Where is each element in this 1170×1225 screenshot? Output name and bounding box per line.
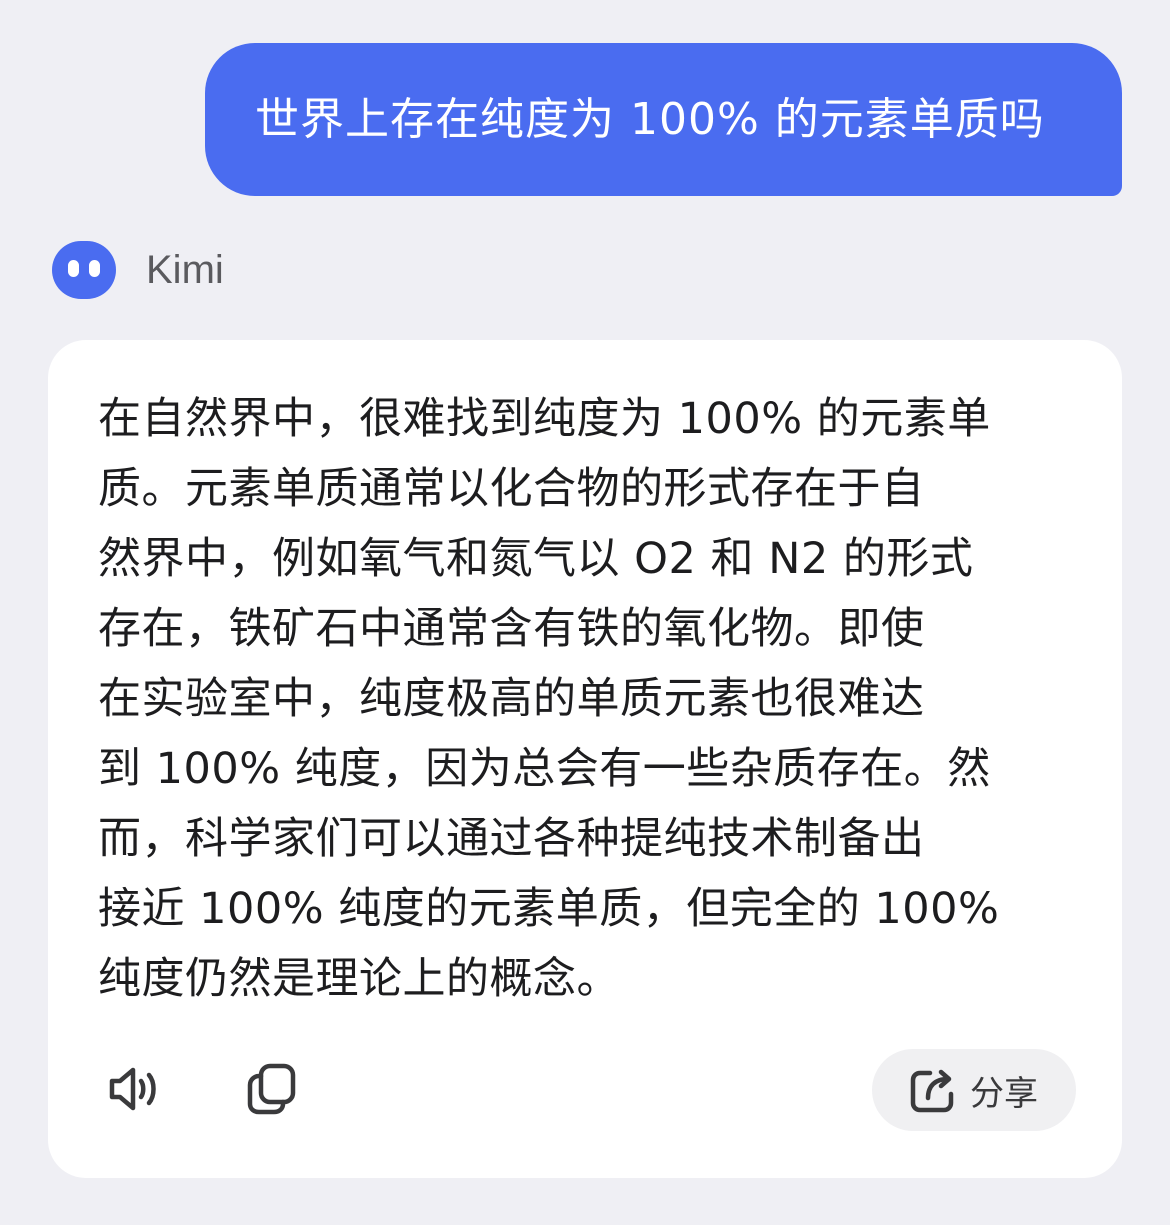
answer-line: 在实验室中，纯度极高的单质元素也很难达	[98, 674, 925, 724]
answer-line: 而，科学家们可以通过各种提纯技术制备出	[98, 814, 925, 864]
answer-line: 接近 100% 纯度的元素单质，但完全的 100%	[98, 884, 1000, 934]
read-aloud-button[interactable]	[106, 1062, 162, 1116]
answer-line: 存在，铁矿石中通常含有铁的氧化物。即使	[98, 604, 925, 654]
answer-line: 到 100% 纯度，因为总会有一些杂质存在。然	[98, 744, 991, 794]
answer-text: 在自然界中，很难找到纯度为 100% 的元素单 质。元素单质通常以化合物的形式存…	[98, 384, 1073, 1014]
assistant-answer-card: 在自然界中，很难找到纯度为 100% 的元素单 质。元素单质通常以化合物的形式存…	[48, 340, 1122, 1178]
speaker-icon	[109, 1067, 156, 1111]
answer-line: 在自然界中，很难找到纯度为 100% 的元素单	[98, 394, 991, 444]
avatar-right-eye	[89, 260, 100, 277]
answer-line: 纯度仍然是理论上的概念。	[98, 954, 620, 1004]
copy-icon	[247, 1063, 296, 1115]
assistant-header: Kimi	[52, 240, 224, 300]
share-icon	[910, 1069, 954, 1113]
share-label: 分享	[970, 1073, 1038, 1114]
kimi-logo-icon	[52, 241, 116, 299]
user-message-text: 世界上存在纯度为 100% 的元素单质吗	[255, 94, 1045, 145]
answer-line: 质。元素单质通常以化合物的形式存在于自	[98, 464, 925, 514]
user-message-bubble: 世界上存在纯度为 100% 的元素单质吗	[205, 43, 1122, 196]
share-button[interactable]: 分享	[872, 1049, 1076, 1131]
avatar-left-eye	[68, 260, 79, 277]
copy-button[interactable]	[244, 1061, 300, 1117]
answer-line: 然界中，例如氧气和氮气以 O2 和 N2 的形式	[98, 534, 974, 584]
assistant-name: Kimi	[146, 247, 224, 292]
